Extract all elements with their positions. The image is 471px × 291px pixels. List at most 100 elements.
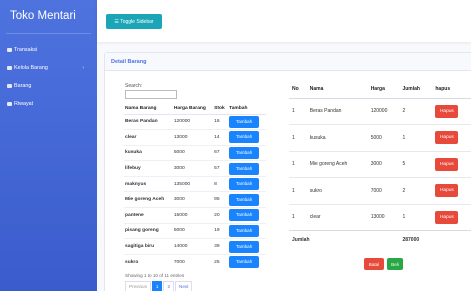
list-icon xyxy=(7,83,12,88)
cancel-button[interactable]: Batal xyxy=(364,258,384,270)
pagination-page-1[interactable]: 1 xyxy=(151,281,163,291)
table-row: Mie goreng Aceh 3000 95 Tambah xyxy=(124,191,266,208)
cell-nama: pantene xyxy=(124,207,173,224)
cell-nama: lifebuy xyxy=(124,160,173,177)
table-header-row: Nama Barang Harga Barang Stok Tambah xyxy=(124,103,266,115)
cell-no: 1 xyxy=(289,124,307,151)
column-header[interactable]: Nama Barang xyxy=(124,103,173,115)
cell-harga: 3000 xyxy=(172,191,214,208)
tambah-button[interactable]: Tambah xyxy=(229,162,260,175)
cell-jumlah: 5 xyxy=(399,150,433,178)
cell-action: Tambah xyxy=(228,160,266,177)
cell-harga: 15000 xyxy=(172,207,214,224)
table-row: 1 sukro 7000 2 Hapus xyxy=(289,177,471,204)
buy-button[interactable]: Beli xyxy=(387,258,403,270)
cell-action: Tambah xyxy=(228,207,266,224)
table-header-row: No Nama Harga Jumlah hapus xyxy=(289,81,471,99)
cell-harga: 5000 xyxy=(367,124,400,151)
cell-nama: Mie goreng Aceh xyxy=(306,150,368,178)
card-title: Detail Barang xyxy=(105,53,471,71)
cell-harga: 135000 xyxy=(172,175,214,192)
cell-harga: 3000 xyxy=(367,150,400,178)
cell-nama: kusuka xyxy=(124,144,173,161)
cell-stok: 57 xyxy=(213,160,229,177)
tambah-button[interactable]: Tambah xyxy=(229,131,260,144)
tambah-button[interactable]: Tambah xyxy=(229,178,260,191)
hapus-button[interactable]: Hapus xyxy=(435,184,459,198)
sidebar-nav: Transaksi Kelola Barang › Barang Riwayat xyxy=(0,42,97,114)
column-header: Jumlah xyxy=(399,81,433,99)
cell-nama: pisang goreng xyxy=(124,222,173,239)
cell-nama: maknyus xyxy=(124,175,173,192)
cell-stok: 14 xyxy=(213,129,229,146)
cell-harga: 120000 xyxy=(172,113,214,130)
search-input[interactable] xyxy=(125,90,177,99)
sidebar-item-riwayat[interactable]: Riwayat xyxy=(0,96,97,111)
table-row: clear 13000 14 Tambah xyxy=(124,129,266,146)
pagination-info: Showing 1 to 10 of 11 entries xyxy=(125,273,185,278)
cell-action: Hapus xyxy=(432,150,471,178)
tambah-button[interactable]: Tambah xyxy=(229,209,260,222)
table-row: sagitiga biru 14000 39 Tambah xyxy=(124,238,266,255)
pagination-page-2[interactable]: 2 xyxy=(163,281,174,291)
pagination-previous[interactable]: Previous xyxy=(125,281,151,291)
cell-action: Tambah xyxy=(228,144,266,161)
sidebar-item-transaksi[interactable]: Transaksi xyxy=(0,42,97,57)
table-row: kusuka 5000 67 Tambah xyxy=(124,144,266,161)
hapus-button[interactable]: Hapus xyxy=(435,210,459,224)
table-row: lifebuy 3000 57 Tambah xyxy=(124,160,266,177)
cell-no: 1 xyxy=(289,177,307,204)
cell-action: Tambah xyxy=(228,222,266,239)
cell-no: 1 xyxy=(289,203,307,231)
table-row: 1 clear 13000 1 Hapus xyxy=(289,203,471,231)
cell-jumlah: 2 xyxy=(399,177,433,204)
cart-table: No Nama Harga Jumlah hapus 1 Beras Panda… xyxy=(289,81,471,250)
product-table: Nama Barang Harga Barang Stok Tambah Ber… xyxy=(124,103,266,270)
table-row: maknyus 135000 8 Tambah xyxy=(124,175,266,192)
hapus-button[interactable]: Hapus xyxy=(435,131,459,145)
cell-stok: 67 xyxy=(213,144,229,161)
sidebar-item-label: Riwayat xyxy=(14,100,34,107)
hapus-button[interactable]: Hapus xyxy=(435,157,459,171)
tambah-button[interactable]: Tambah xyxy=(229,146,260,159)
cell-action: Hapus xyxy=(432,177,471,204)
cell-action: Tambah xyxy=(228,113,266,130)
total-label: Jumlah xyxy=(289,230,400,250)
column-header[interactable]: Harga Barang xyxy=(172,103,214,115)
tambah-button[interactable]: Tambah xyxy=(229,224,260,237)
topbar: ☰ Toggle Sidebar xyxy=(97,0,471,42)
sidebar-item-label: Barang xyxy=(14,82,32,89)
detail-barang-card: Detail Barang Search: Nama Barang Harga … xyxy=(104,52,471,291)
table-row: sukro 7000 25 Tambah xyxy=(124,253,266,270)
cell-stok: 95 xyxy=(213,191,229,208)
sidebar-item-barang[interactable]: Barang xyxy=(0,78,97,93)
column-header: hapus xyxy=(432,81,471,99)
pagination: Previous 1 2 Next xyxy=(125,281,193,291)
toggle-sidebar-button[interactable]: ☰ Toggle Sidebar xyxy=(106,14,162,29)
tambah-button[interactable]: Tambah xyxy=(229,193,260,206)
sidebar-item-label: Kelola Barang xyxy=(14,64,48,71)
total-row: Jumlah 287000 xyxy=(289,230,471,250)
table-icon xyxy=(7,47,12,52)
cell-action: Tambah xyxy=(228,191,266,208)
sidebar-item-kelola-barang[interactable]: Kelola Barang › xyxy=(0,60,97,75)
tambah-button[interactable]: Tambah xyxy=(229,256,260,269)
cell-harga: 13000 xyxy=(367,203,400,231)
pagination-next[interactable]: Next xyxy=(175,281,193,291)
cell-nama: clear xyxy=(306,203,368,231)
tambah-button[interactable]: Tambah xyxy=(229,115,260,128)
cell-no: 1 xyxy=(289,150,307,178)
cell-harga: 3000 xyxy=(172,160,214,177)
sidebar-divider xyxy=(6,33,91,34)
brand-title[interactable]: Toko Mentari xyxy=(10,10,76,22)
table-row: pantene 15000 20 Tambah xyxy=(124,207,266,224)
cell-action: Hapus xyxy=(432,124,471,151)
cell-nama: kusuka xyxy=(306,124,368,151)
chevron-right-icon: › xyxy=(82,65,84,71)
hapus-button[interactable]: Hapus xyxy=(435,104,459,118)
table-row: 1 Mie goreng Aceh 3000 5 Hapus xyxy=(289,150,471,178)
tambah-button[interactable]: Tambah xyxy=(229,240,260,253)
cell-nama: Mie goreng Aceh xyxy=(124,191,173,208)
table-row: 1 Beras Pandan 120000 2 Hapus xyxy=(289,97,471,125)
column-header[interactable]: Stok xyxy=(213,103,229,115)
